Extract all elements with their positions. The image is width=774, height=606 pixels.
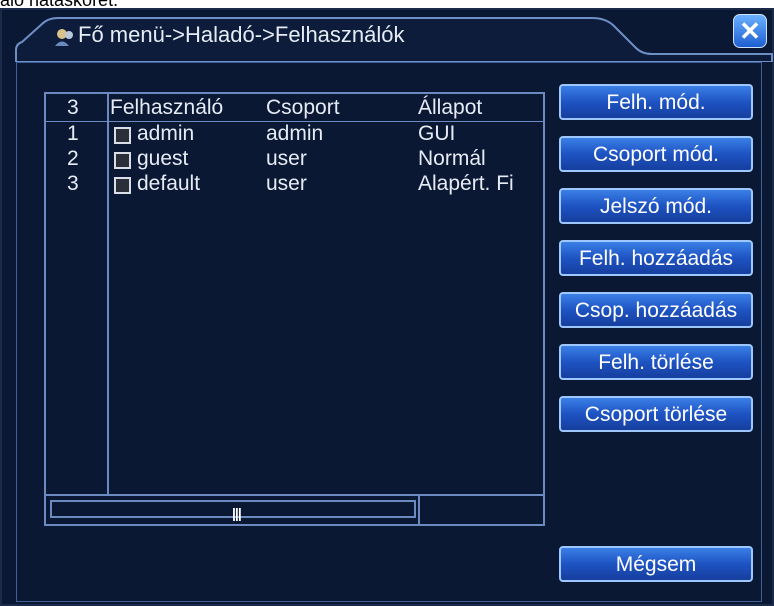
modify-password-button[interactable]: Jelszó mód. — [559, 188, 753, 224]
grip-icon: ||| — [232, 505, 242, 521]
header-count: 3 — [67, 96, 79, 119]
modify-user-button[interactable]: Felh. mód. — [559, 84, 753, 120]
scrollbar-thumb[interactable]: ||| — [50, 500, 416, 521]
row-group: admin — [266, 122, 324, 145]
users-icon — [55, 29, 73, 46]
row-group: user — [266, 147, 307, 170]
users-dialog: Fő menü->Haladó->Felhasználók ✕ 3 Felhas… — [0, 8, 774, 606]
table-row[interactable]: 2 guest user Normál — [46, 147, 543, 172]
cancel-button[interactable]: Mégsem — [559, 546, 753, 582]
add-group-button[interactable]: Csop. hozzáadás — [559, 292, 753, 328]
header-status[interactable]: Állapot — [418, 96, 482, 120]
row-checkbox[interactable] — [114, 177, 131, 194]
row-checkbox[interactable] — [114, 127, 131, 144]
row-group: user — [266, 172, 307, 195]
table-row[interactable]: 3 default user Alapért. Fi — [46, 172, 543, 197]
delete-user-button[interactable]: Felh. törlése — [559, 344, 753, 380]
title-bar: Fő menü->Haladó->Felhasználók ✕ — [2, 10, 773, 62]
close-icon: ✕ — [739, 16, 761, 46]
table-row[interactable]: 1 admin admin GUI — [46, 122, 543, 147]
row-index: 3 — [67, 172, 79, 195]
header-user[interactable]: Felhasználó — [110, 96, 223, 120]
scrollbar-divider — [418, 496, 420, 524]
users-table: 3 Felhasználó Csoport Állapot 1 admin ad… — [44, 92, 545, 526]
header-group[interactable]: Csoport — [266, 96, 340, 120]
row-status: GUI — [418, 122, 456, 145]
delete-group-button[interactable]: Csoport törlése — [559, 396, 753, 432]
horizontal-scrollbar[interactable]: ||| — [46, 494, 543, 524]
window-title: Fő menü->Haladó->Felhasználók — [78, 22, 405, 47]
row-index: 1 — [67, 122, 79, 145]
row-user: guest — [137, 147, 189, 170]
row-user: default — [137, 172, 201, 195]
modify-group-button[interactable]: Csoport mód. — [559, 136, 753, 172]
row-status: Alapért. Fi — [418, 172, 514, 195]
row-checkbox[interactable] — [114, 152, 131, 169]
add-user-button[interactable]: Felh. hozzáadás — [559, 240, 753, 276]
close-button[interactable]: ✕ — [733, 14, 767, 48]
row-user: admin — [137, 122, 195, 145]
row-index: 2 — [67, 147, 79, 170]
row-status: Normál — [418, 147, 486, 170]
